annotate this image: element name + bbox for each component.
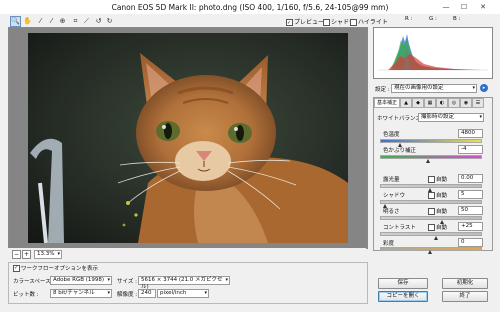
tab-tone-curve-icon[interactable]: ▲ [400, 98, 412, 108]
brightness-auto-checkbox[interactable] [428, 208, 435, 215]
preview-toggle[interactable]: プレビュー [286, 17, 324, 26]
contrast-slider[interactable] [380, 232, 482, 236]
color-sampler-icon[interactable]: ⁄ [46, 16, 57, 27]
settings-label: 設定 : [375, 87, 390, 93]
zoom-out-button[interactable]: − [12, 250, 21, 259]
saturation-input[interactable]: 0 [458, 238, 483, 247]
tab-basic[interactable]: 基本補正 [374, 98, 400, 108]
resolution-unit-select[interactable]: pixel/inch [157, 289, 209, 298]
exposure-label: 露光量 [383, 177, 400, 183]
shadow-checkbox[interactable] [323, 19, 330, 26]
zoom-in-button[interactable]: + [22, 250, 31, 259]
shadow-input[interactable]: 5 [458, 190, 483, 199]
temp-input[interactable]: 4800 [458, 129, 483, 138]
tint-input[interactable]: -4 [458, 145, 483, 154]
highlight-checkbox[interactable] [350, 19, 357, 26]
hand-icon[interactable]: ✋ [22, 16, 33, 27]
brightness-slider[interactable] [380, 216, 482, 220]
rgb-readout-g: G : [429, 16, 437, 22]
highlight-clip-toggle[interactable]: ハイライト [350, 17, 388, 26]
contrast-auto-checkbox[interactable] [428, 224, 435, 231]
rgb-readout-b: B : [453, 16, 461, 22]
resolution-input[interactable]: 240 [138, 289, 156, 298]
targeted-adjust-icon[interactable]: ⊕ [57, 16, 68, 27]
wb-select[interactable]: 撮影時の設定 [418, 113, 484, 122]
settings-select[interactable]: 現在の画像用の設定 [391, 84, 477, 93]
tab-split-tone-icon[interactable]: ◐ [436, 98, 448, 108]
minimize-icon[interactable]: — [440, 2, 452, 12]
initialize-button[interactable]: 初期化 [442, 278, 488, 289]
white-balance-icon[interactable]: ⁄ [35, 16, 46, 27]
saturation-label: 彩度 [383, 241, 395, 247]
shadow-auto[interactable]: 自動 [428, 191, 447, 199]
tint-slider[interactable] [380, 155, 482, 159]
contrast-input[interactable]: +25 [458, 222, 483, 231]
resolution-label: 解像度 : [117, 292, 138, 298]
rotate-cw-icon[interactable]: ↻ [104, 16, 115, 27]
rotate-ccw-icon[interactable]: ↺ [93, 16, 104, 27]
exposure-auto[interactable]: 自動 [428, 175, 447, 183]
title-bar: Canon EOS 5D Mark II: photo.dng (ISO 400… [0, 0, 500, 15]
shadow-slider[interactable] [380, 200, 482, 204]
workflow-options-checkbox[interactable] [13, 265, 20, 272]
saturation-slider-thumb[interactable] [428, 250, 432, 254]
bitdepth-label: ビット数 : [13, 292, 39, 298]
brightness-label: 明るさ [383, 209, 400, 215]
colorspace-label: カラースペース : [13, 279, 55, 285]
rgb-readout-r: R : [405, 16, 413, 22]
tab-lens-icon[interactable]: ◎ [448, 98, 460, 108]
crop-icon[interactable]: ⌗ [70, 16, 81, 27]
contrast-label: コントラスト [383, 225, 416, 231]
done-button[interactable]: 終了 [442, 291, 488, 302]
exposure-input[interactable]: 0.00 [458, 174, 483, 183]
save-button[interactable]: 保存 [378, 278, 428, 289]
open-copy-button[interactable]: コピーを開く [378, 291, 428, 302]
tab-hsl-icon[interactable]: ▦ [424, 98, 436, 108]
size-label: サイズ : [117, 279, 137, 285]
close-icon[interactable]: ✕ [477, 2, 489, 12]
brightness-auto[interactable]: 自動 [428, 207, 447, 215]
tint-label: 色かぶり補正 [383, 148, 417, 154]
temp-slider[interactable] [380, 139, 482, 143]
colorspace-select[interactable]: Adobe RGB (1998) [50, 276, 112, 285]
size-select[interactable]: 5616 × 3744 (21.0 メガピクセル) [138, 276, 230, 290]
bitdepth-select[interactable]: 8 bit/チャンネル [50, 289, 112, 298]
contrast-slider-thumb[interactable] [434, 236, 438, 240]
tab-presets-icon[interactable]: ☰ [472, 98, 484, 108]
brightness-input[interactable]: 50 [458, 206, 483, 215]
straighten-icon[interactable]: ⟋ [81, 16, 92, 27]
settings-menu-icon[interactable]: ▸ [480, 84, 488, 92]
tab-camera-icon[interactable]: ◉ [460, 98, 472, 108]
tint-slider-thumb[interactable] [426, 159, 430, 163]
histogram [373, 27, 493, 79]
photo-preview [28, 33, 348, 243]
exposure-auto-checkbox[interactable] [428, 176, 435, 183]
contrast-auto[interactable]: 自動 [428, 223, 447, 231]
preview-checkbox[interactable] [286, 19, 293, 26]
zoom-select[interactable]: 13.3% [34, 250, 62, 259]
maximize-icon[interactable]: ☐ [458, 2, 470, 12]
workflow-options-toggle[interactable]: ワークフローオプションを表示 [13, 264, 98, 272]
window-title: Canon EOS 5D Mark II: photo.dng (ISO 400… [111, 3, 389, 12]
zoom-icon[interactable]: 🔍 [10, 16, 21, 27]
tab-detail-icon[interactable]: ◆ [412, 98, 424, 108]
shadow-label: シャドウ [383, 193, 406, 199]
temp-label: 色温度 [383, 132, 400, 138]
shadow-auto-checkbox[interactable] [428, 192, 435, 199]
